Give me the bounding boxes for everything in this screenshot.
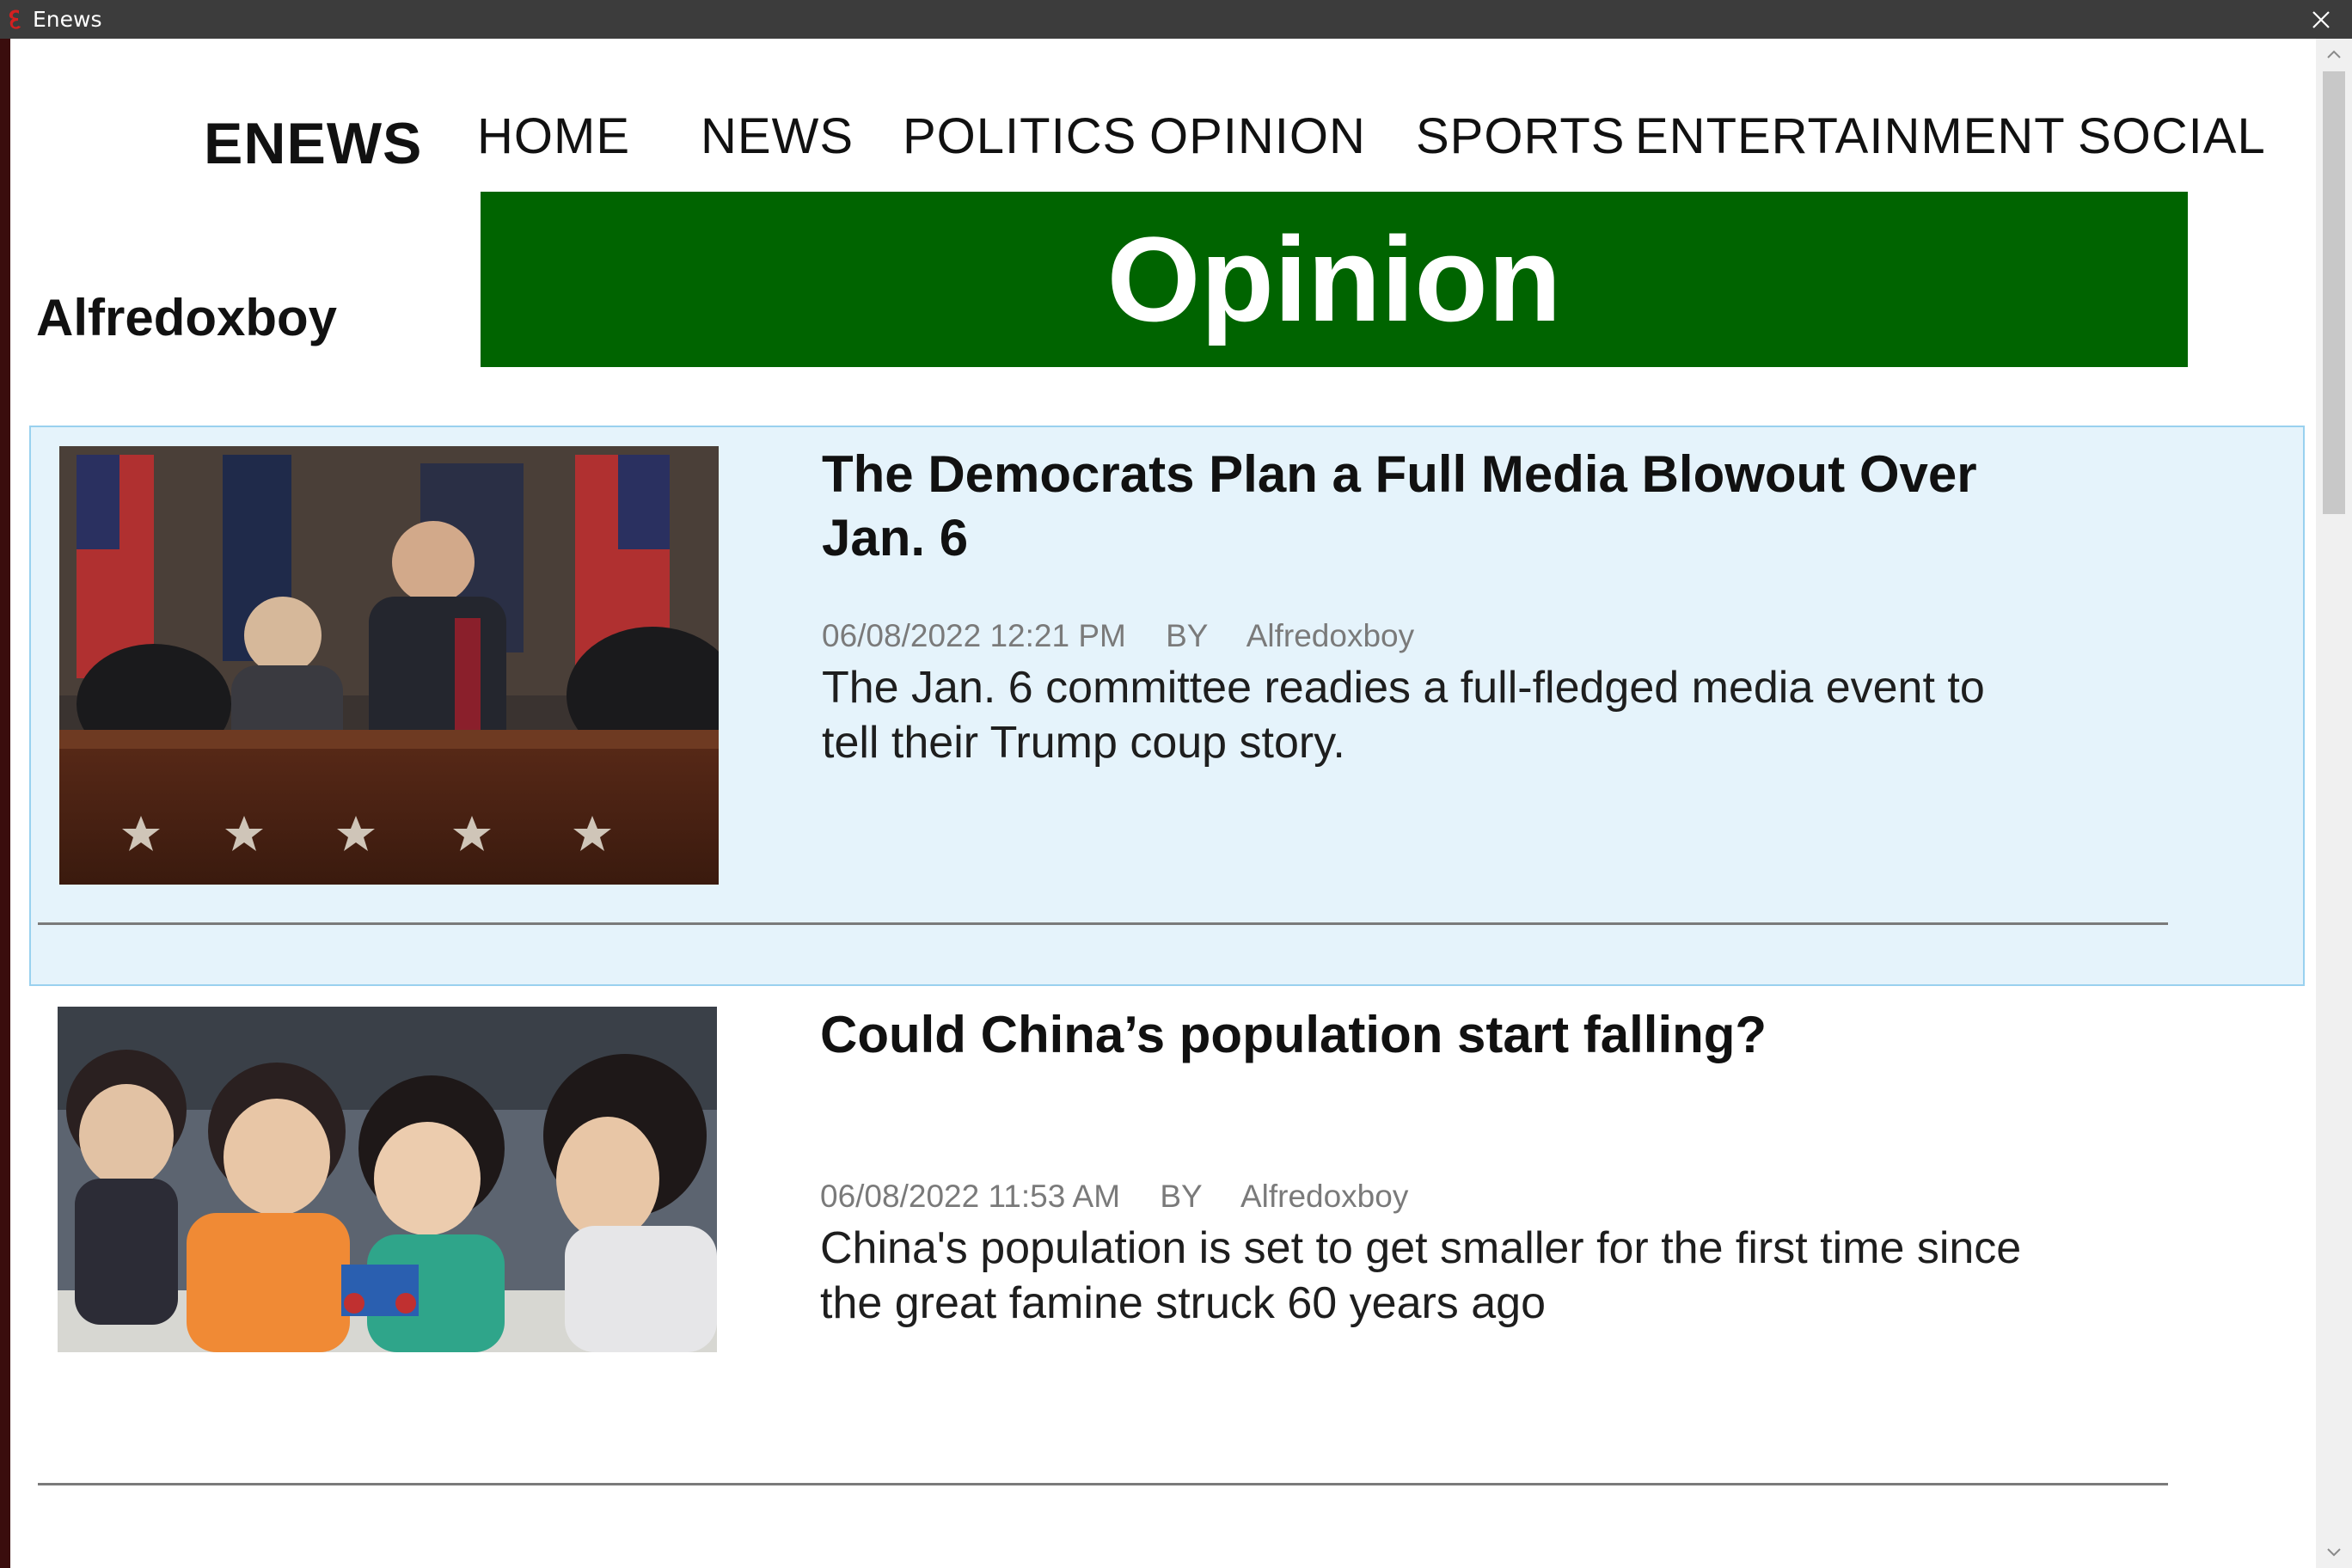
article-thumbnail-children [58,1007,717,1352]
article-date: 06/08/2022 11:53 AM [820,1179,1121,1214]
window-frame-left [0,39,10,1568]
article-meta: 06/08/2022 11:53 AM BY Alfredoxboy [820,1179,1439,1215]
vertical-scrollbar[interactable] [2316,39,2352,1568]
site-logo[interactable]: ENEWS [204,110,422,177]
close-button[interactable] [2290,0,2352,39]
article-author: Alfredoxboy [1240,1179,1409,1214]
chevron-up-icon [2327,50,2341,58]
scroll-down-button[interactable] [2316,1537,2352,1568]
nav-politics[interactable]: POLITICS [903,107,1136,165]
main-content: ENEWS HOME NEWS POLITICS OPINION SPORTS … [10,39,2316,1568]
article-divider [38,1483,2168,1485]
article-headline[interactable]: The Democrats Plan a Full Media Blowout … [822,443,2025,570]
article-date: 06/08/2022 12:21 PM [822,618,1126,653]
app-logo-icon [9,9,21,29]
section-title: Opinion [1106,211,1562,346]
article-headline[interactable]: Could China’s population start falling? [820,1003,2024,1067]
window-titlebar: Enews [0,0,2352,39]
article-summary: The Jan. 6 committee readies a full-fled… [822,663,1985,768]
nav-opinion[interactable]: OPINION [1149,107,1366,165]
article-author: Alfredoxboy [1246,618,1415,653]
nav-home[interactable]: HOME [477,107,630,165]
article-summary: China's population is set to get smaller… [820,1223,2022,1328]
nav-sports[interactable]: SPORTS [1416,107,1625,165]
section-banner: Opinion [481,192,2188,367]
article-divider [38,922,2168,925]
article-item[interactable]: Could China’s population start falling? … [29,988,2305,1548]
close-icon [2312,10,2330,28]
scroll-up-button[interactable] [2316,39,2352,70]
nav-entertainment[interactable]: ENTERTAINMENT [1635,107,2066,165]
article-thumbnail-hearing [59,446,719,885]
nav-social[interactable]: SOCIAL [2078,107,2266,165]
scroll-thumb[interactable] [2323,71,2345,514]
article-item[interactable]: The Democrats Plan a Full Media Blowout … [29,426,2305,986]
username-label: Alfredoxboy [36,289,338,346]
window-title: Enews [33,7,102,32]
nav-news[interactable]: NEWS [701,107,854,165]
chevron-down-icon [2327,1548,2341,1557]
article-by-label: BY [1160,1179,1203,1214]
article-meta: 06/08/2022 12:21 PM BY Alfredoxboy [822,618,1445,654]
article-by-label: BY [1166,618,1209,653]
